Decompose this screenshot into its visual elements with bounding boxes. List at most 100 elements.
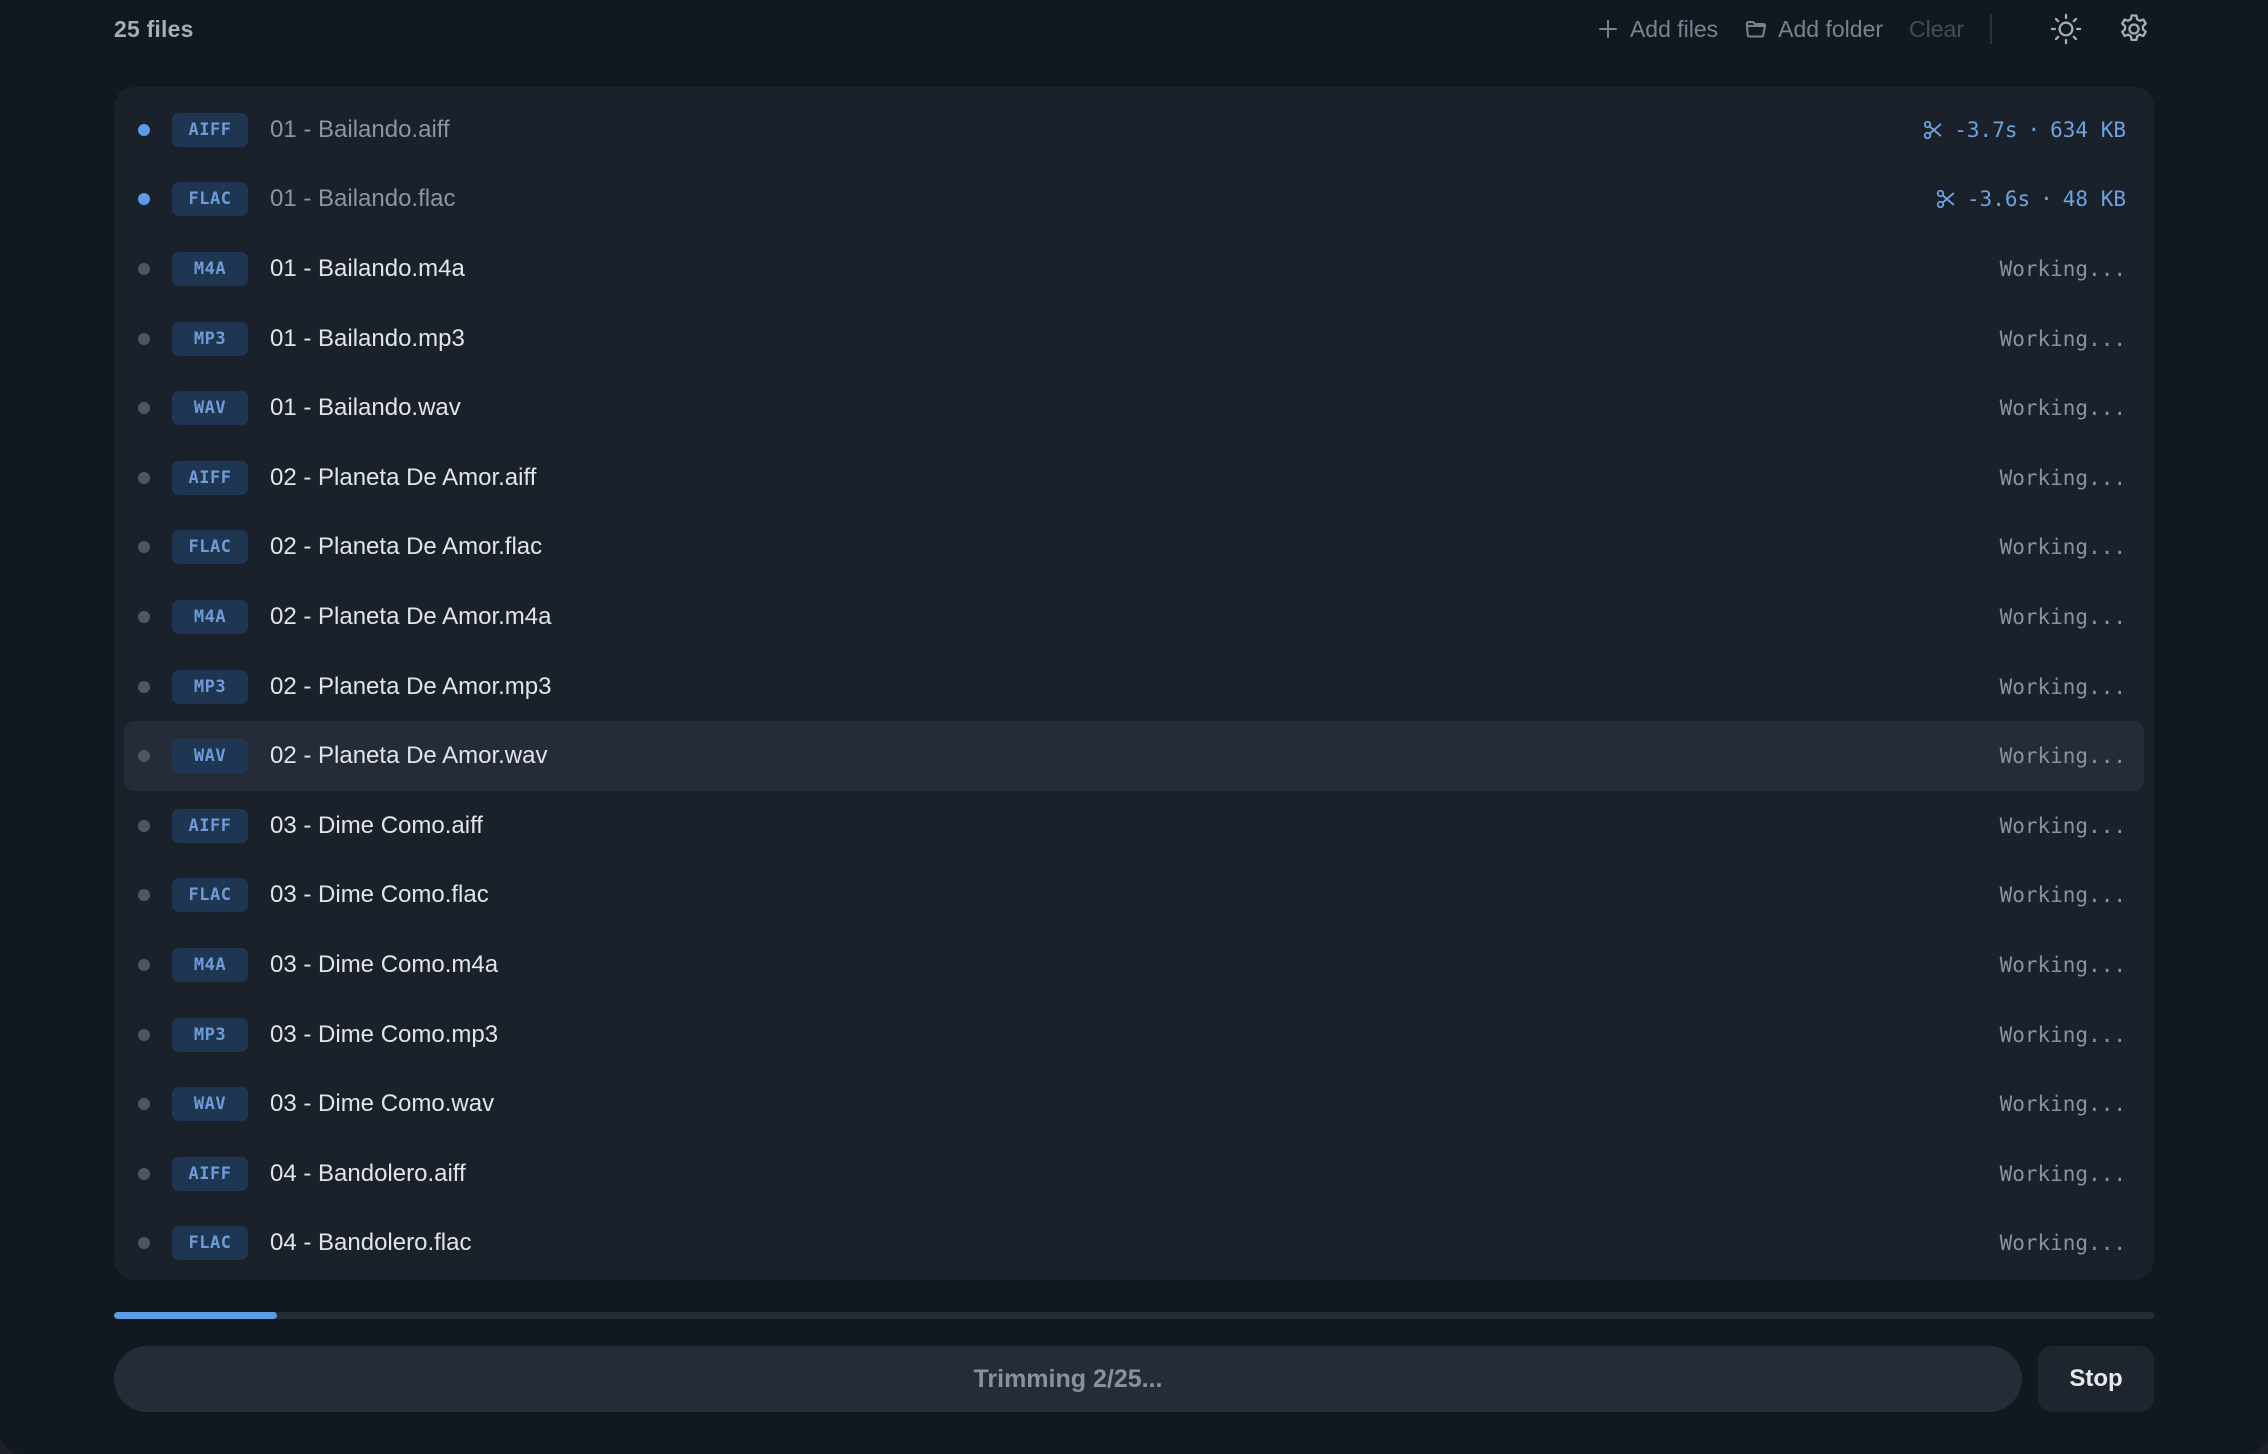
file-name: 03 - Dime Como.aiff [270,811,483,839]
file-name: 02 - Planeta De Amor.mp3 [270,672,552,700]
clear-label: Clear [1909,15,1964,42]
scissors-icon [1924,120,1942,139]
status-message: Trimming 2/25... [114,1346,2022,1412]
clear-button[interactable]: Clear [1909,16,1964,43]
file-status: Working... [1999,883,2126,908]
file-row[interactable]: FLAC 03 - Dime Como.flac Working... [124,861,2144,931]
format-badge: AIFF [172,460,248,495]
status-dot [138,750,150,763]
file-row[interactable]: AIFF 03 - Dime Como.aiff Working... [124,791,2144,861]
file-name: 03 - Dime Como.m4a [270,950,499,978]
file-size: 634 KB [2050,117,2126,142]
format-badge: MP3 [172,321,248,356]
file-row[interactable]: FLAC 01 - Bailando.flac -3.6s · 48 KB [124,165,2144,235]
file-name: 01 - Bailando.aiff [270,115,450,143]
format-badge: WAV [172,739,248,774]
status-text: Trimming 2/25... [973,1364,1163,1393]
trim-result: -3.6s · 48 KB [1935,165,2126,235]
file-row[interactable]: M4A 02 - Planeta De Amor.m4a Working... [124,582,2144,652]
file-row[interactable]: AIFF 04 - Bandolero.aiff Working... [124,1139,2144,1209]
file-row[interactable]: WAV 03 - Dime Como.wav Working... [124,1069,2144,1139]
file-status: Working... [1999,396,2126,421]
format-badge: MP3 [172,1017,248,1052]
format-badge: FLAC [172,878,248,913]
file-name: 03 - Dime Como.mp3 [270,1020,499,1048]
stop-button[interactable]: Stop [2038,1346,2154,1412]
file-row[interactable]: MP3 02 - Planeta De Amor.mp3 Working... [124,652,2144,722]
file-name: 01 - Bailando.flac [270,185,456,213]
file-status: Working... [1999,1092,2126,1117]
sun-icon [2050,13,2082,45]
add-folder-button[interactable]: Add folder [1744,16,1883,43]
file-name: 01 - Bailando.wav [270,394,461,422]
file-row[interactable]: MP3 01 - Bailando.mp3 Working... [124,304,2144,374]
format-badge: FLAC [172,530,248,565]
file-status: Working... [1999,326,2126,351]
separator: · [2027,117,2041,142]
status-dot [138,1167,150,1180]
file-name: 01 - Bailando.mp3 [270,324,465,352]
format-badge: AIFF [172,808,248,843]
file-name: 02 - Planeta De Amor.wav [270,742,548,770]
format-badge: MP3 [172,669,248,704]
status-dot [138,262,150,275]
status-dot [138,610,150,623]
status-dot [138,471,150,484]
progress-fill [114,1312,278,1319]
app-window: 25 files Add files Add folder Clear AIFF… [0,0,2268,1454]
status-dot [138,958,150,971]
file-name: 04 - Bandolero.aiff [270,1159,466,1187]
trim-amount: -3.7s [1954,117,2018,142]
status-dot [138,123,150,136]
add-files-button[interactable]: Add files [1596,16,1718,43]
file-list: AIFF 01 - Bailando.aiff -3.7s · 634 KB FLAC 01… [114,87,2154,1280]
status-dot [138,332,150,345]
file-name: 04 - Bandolero.flac [270,1229,472,1257]
format-badge: WAV [172,391,248,426]
format-badge: FLAC [172,182,248,217]
file-status: Working... [1999,813,2126,838]
format-badge: M4A [172,599,248,634]
add-files-label: Add files [1629,15,1719,42]
file-row[interactable]: WAV 01 - Bailando.wav Working... [124,373,2144,443]
file-name: 01 - Bailando.m4a [270,254,465,282]
trim-result: -3.7s · 634 KB [1922,95,2126,165]
format-badge: M4A [172,251,248,286]
status-dot [138,819,150,832]
file-row[interactable]: AIFF 02 - Planeta De Amor.aiff Working... [124,443,2144,513]
file-name: 02 - Planeta De Amor.m4a [270,602,552,630]
format-badge: FLAC [172,1226,248,1261]
separator: · [2040,187,2053,212]
format-badge: M4A [172,947,248,982]
file-name: 02 - Planeta De Amor.flac [270,533,543,561]
file-status: Working... [1999,535,2126,560]
status-dot [138,541,150,554]
trim-amount: -3.6s [1966,187,2031,212]
scissors-icon [1936,190,1955,209]
file-status: Working... [1999,256,2126,281]
status-dot [138,193,150,206]
file-row[interactable]: FLAC 04 - Bandolero.flac Working... [124,1209,2144,1279]
format-badge: AIFF [172,1156,248,1191]
toolbar: 25 files Add files Add folder Clear [114,0,2154,58]
file-row[interactable]: AIFF 01 - Bailando.aiff -3.7s · 634 KB [124,95,2144,165]
file-name: 03 - Dime Como.wav [270,1090,495,1118]
status-dot [138,1237,150,1250]
theme-toggle-button[interactable] [2046,9,2086,49]
file-row[interactable]: M4A 03 - Dime Como.m4a Working... [124,930,2144,1000]
file-status: Working... [1999,1161,2126,1186]
status-dot [138,889,150,902]
file-row[interactable]: FLAC 02 - Planeta De Amor.flac Working... [124,513,2144,583]
file-status: Working... [1999,1022,2126,1047]
status-dot [138,402,150,415]
toolbar-divider [1990,14,1992,44]
toolbar-actions: Add files Add folder Clear [1570,0,2154,58]
file-status: Working... [1999,1231,2126,1256]
status-dot [138,1028,150,1041]
settings-button[interactable] [2114,9,2154,49]
file-row[interactable]: WAV 02 - Planeta De Amor.wav Working... [124,721,2144,791]
file-row[interactable]: MP3 03 - Dime Como.mp3 Working... [124,1000,2144,1070]
gear-icon [2121,14,2147,42]
add-folder-label: Add folder [1778,15,1884,42]
file-row[interactable]: M4A 01 - Bailando.m4a Working... [124,234,2144,304]
